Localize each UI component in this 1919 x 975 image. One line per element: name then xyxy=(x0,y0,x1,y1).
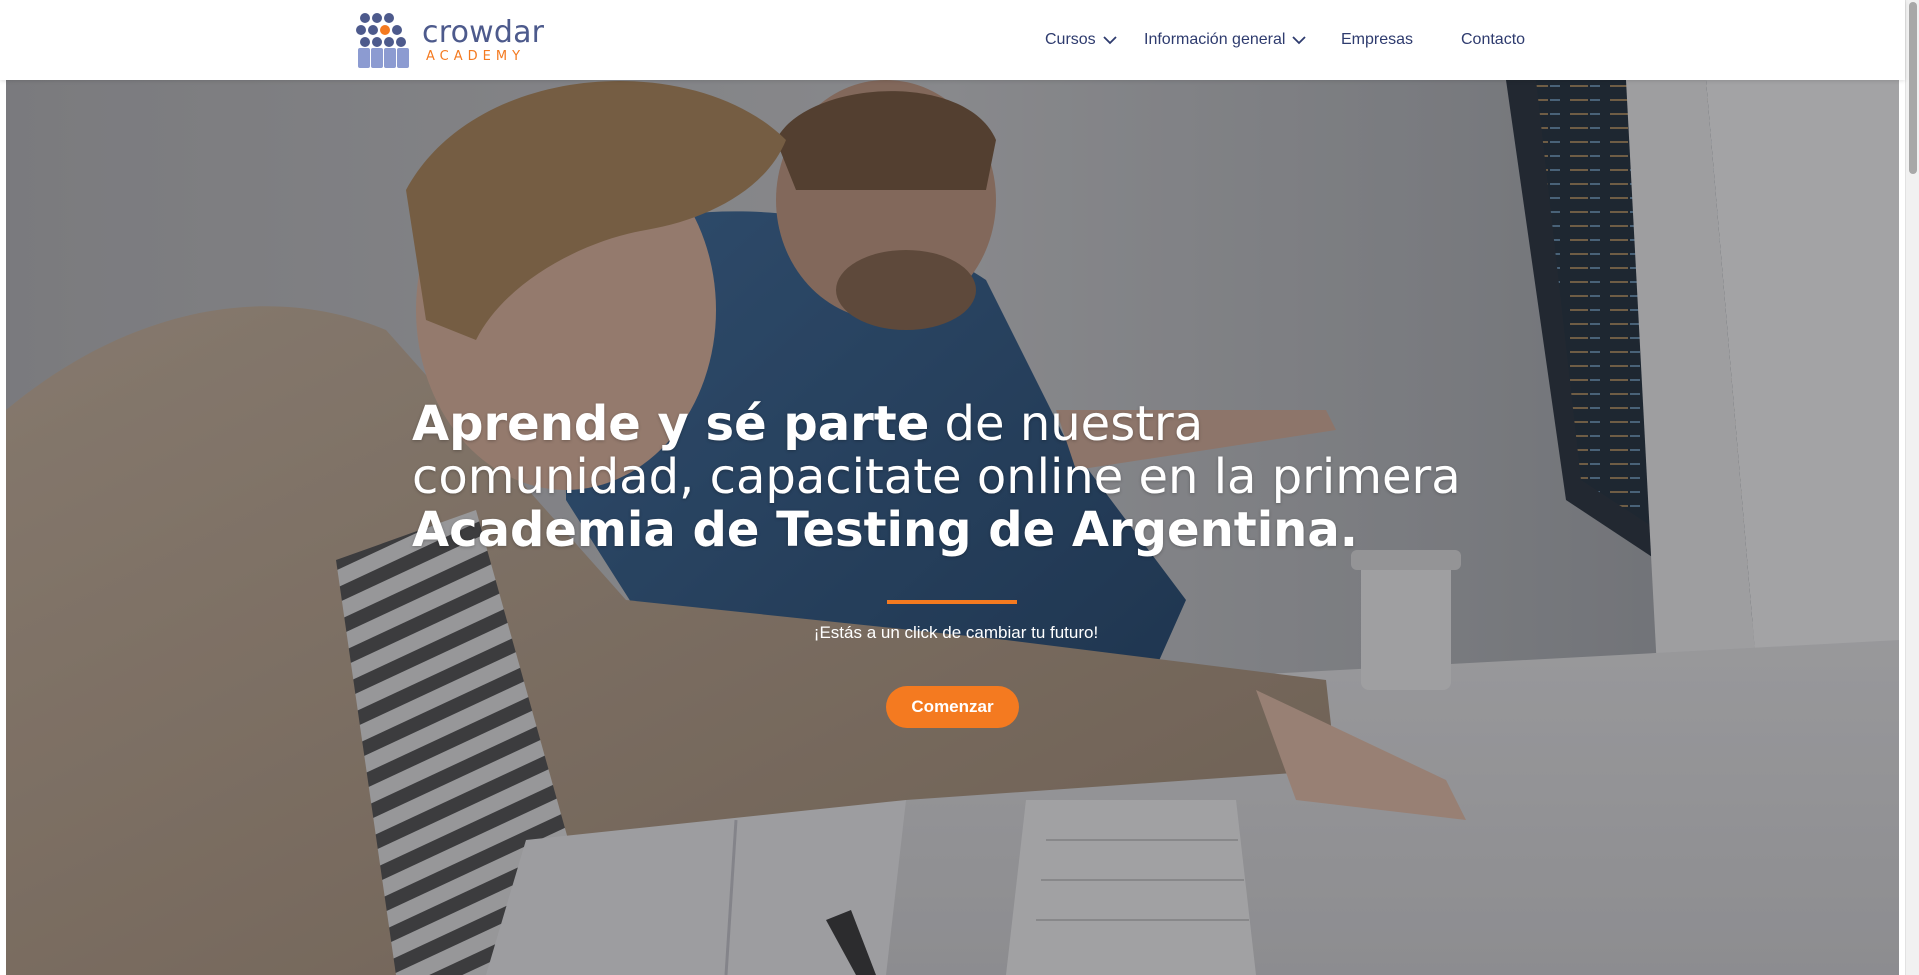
hero-divider xyxy=(887,600,1017,604)
nav-item-label: Empresas xyxy=(1341,31,1414,48)
nav-item-label: Contacto xyxy=(1461,31,1526,48)
logo-text: crowdar ACADEMY xyxy=(422,14,545,64)
hero-tagline: ¡Estás a un click de cambiar tu futuro! xyxy=(813,623,1099,642)
page-scrollbar[interactable] xyxy=(1905,0,1919,975)
nav-item-empresas[interactable]: Empresas xyxy=(1341,0,1413,80)
logo-subtitle: ACADEMY xyxy=(426,48,526,64)
nav-item-cursos[interactable]: Cursos xyxy=(1045,0,1118,80)
site-header: crowdar ACADEMY Cursos Información gener… xyxy=(0,0,1905,80)
headline-bold-2: Academia de Testing de Argentina. xyxy=(412,502,1358,558)
comenzar-button[interactable]: Comenzar xyxy=(886,686,1019,728)
scrollbar-thumb[interactable] xyxy=(1909,2,1917,174)
hero-headline: Aprende y sé parte de nuestra comunidad,… xyxy=(412,398,1492,557)
hero-section: Aprende y sé parte de nuestra comunidad,… xyxy=(6,80,1899,975)
nav-item-label: Cursos xyxy=(1045,31,1096,48)
brand-logo[interactable]: crowdar ACADEMY xyxy=(356,11,546,69)
nav-item-informacion-general[interactable]: Información general xyxy=(1144,0,1307,80)
headline-bold-1: Aprende y sé parte xyxy=(412,396,930,452)
chevron-down-icon xyxy=(1291,32,1307,48)
logo-wordmark: crowdar xyxy=(422,14,545,50)
nav-item-label: Información general xyxy=(1144,31,1286,48)
chevron-down-icon xyxy=(1102,32,1118,48)
logo-people-icon xyxy=(356,13,409,68)
nav-item-contacto[interactable]: Contacto xyxy=(1461,0,1525,80)
